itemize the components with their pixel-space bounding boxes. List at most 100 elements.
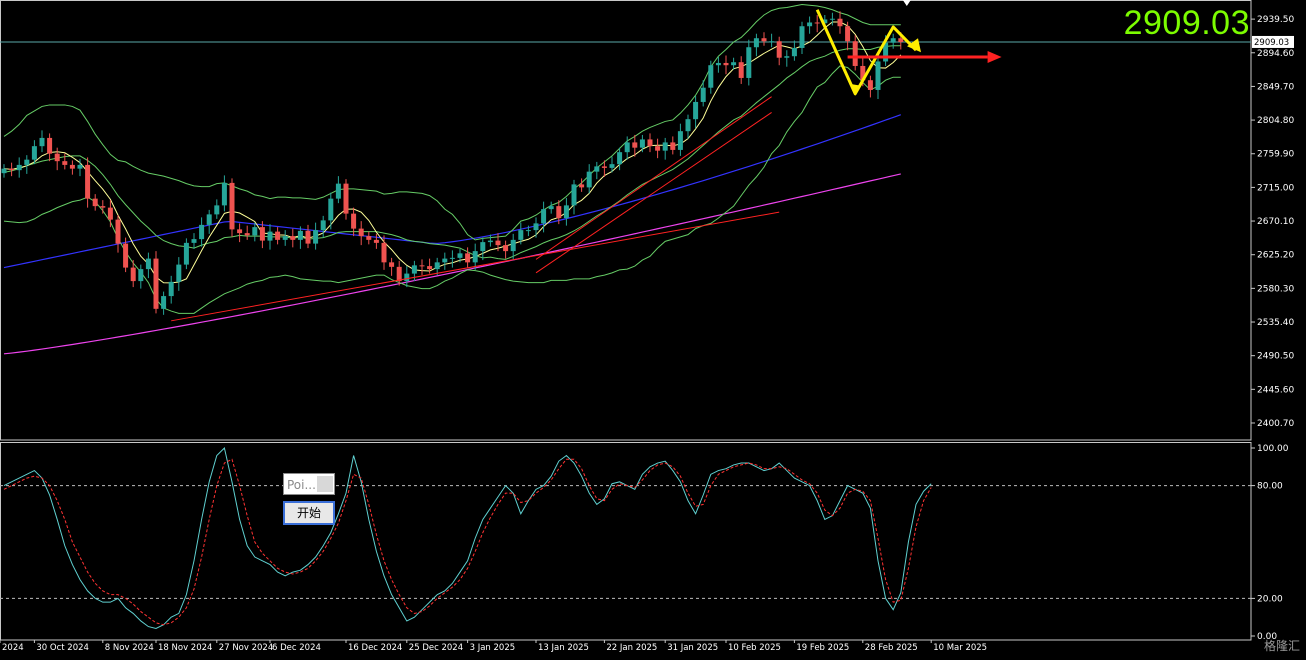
candle-body bbox=[875, 61, 881, 90]
candle-body bbox=[753, 38, 759, 48]
date-axis-label: 16 Dec 2024 bbox=[348, 643, 402, 653]
candle-body bbox=[723, 62, 729, 66]
candle-body bbox=[434, 262, 440, 270]
candle-body bbox=[731, 62, 737, 66]
candle-body bbox=[221, 182, 227, 206]
candle-body bbox=[647, 139, 653, 147]
date-axis-label: 2024 bbox=[2, 643, 24, 653]
date-axis-label: 28 Feb 2025 bbox=[865, 643, 918, 653]
candle-body bbox=[541, 209, 547, 224]
candle-body bbox=[358, 228, 364, 237]
points-field[interactable]: Poi... bbox=[283, 473, 335, 495]
price-axis-label: 2894.60 bbox=[1257, 49, 1294, 59]
ma-mid-line bbox=[3, 114, 902, 269]
candle-body bbox=[404, 273, 410, 282]
candle-body bbox=[487, 240, 493, 243]
candle-body bbox=[145, 258, 151, 270]
price-axis-label: 2715.00 bbox=[1257, 183, 1294, 193]
date-axis-label: 22 Jan 2025 bbox=[606, 643, 657, 653]
candle-body bbox=[267, 231, 273, 241]
candle-body bbox=[465, 253, 471, 263]
start-button[interactable]: 开始 bbox=[283, 501, 335, 525]
candle-body bbox=[449, 257, 455, 259]
candle-body bbox=[609, 164, 615, 168]
candle-body bbox=[123, 243, 129, 268]
oscillator-plot-frame bbox=[0, 442, 1252, 641]
date-axis-label: 13 Jan 2025 bbox=[538, 643, 589, 653]
candle-body bbox=[168, 281, 174, 297]
price-axis-label: 2625.20 bbox=[1257, 251, 1294, 261]
candle-body bbox=[845, 26, 851, 42]
candle-body bbox=[138, 269, 144, 282]
candle-body bbox=[510, 239, 516, 252]
candle-body bbox=[655, 146, 661, 151]
candle-body bbox=[890, 38, 896, 43]
trend-channel-lower bbox=[535, 112, 772, 274]
price-axis-label: 2535.40 bbox=[1257, 318, 1294, 328]
candle-body bbox=[39, 137, 45, 147]
candle-body bbox=[16, 164, 22, 171]
date-axis-label: 3 Jan 2025 bbox=[470, 643, 516, 653]
date-axis-label: 25 Dec 2024 bbox=[409, 643, 463, 653]
candle-body bbox=[784, 56, 790, 58]
candle-body bbox=[525, 230, 531, 232]
candle-body bbox=[69, 164, 75, 169]
candle-body bbox=[563, 205, 569, 219]
candle-body bbox=[837, 18, 843, 27]
date-axis-label: 18 Nov 2024 bbox=[158, 643, 212, 653]
candle-body bbox=[533, 223, 539, 231]
candle-body bbox=[708, 65, 714, 88]
candle-body bbox=[290, 236, 296, 240]
candle-body bbox=[419, 265, 425, 267]
candle-body bbox=[518, 230, 524, 240]
candle-body bbox=[693, 101, 699, 120]
candle-body bbox=[617, 152, 623, 165]
candle-body bbox=[389, 262, 395, 267]
candle-body bbox=[85, 164, 91, 199]
date-axis-label: 27 Nov 2024 bbox=[219, 643, 273, 653]
candle-body bbox=[472, 251, 478, 263]
candle-body bbox=[214, 205, 220, 215]
candle-body bbox=[297, 230, 303, 240]
candle-body bbox=[31, 146, 37, 160]
price-axis-label: 2400.70 bbox=[1257, 419, 1294, 429]
watermark-text: 格隆汇 bbox=[1263, 639, 1300, 653]
candle-body bbox=[130, 267, 136, 282]
candle-body bbox=[47, 137, 53, 154]
oscillator-axis-label: 20.00 bbox=[1257, 594, 1283, 604]
price-axis-label: 2849.70 bbox=[1257, 82, 1294, 92]
date-axis-label: 6 Dec 2024 bbox=[272, 643, 321, 653]
main-plot-frame bbox=[0, 0, 1252, 441]
candle-body bbox=[799, 26, 805, 48]
candle-body bbox=[244, 233, 250, 236]
candle-body bbox=[670, 142, 676, 150]
candle-body bbox=[305, 230, 311, 244]
chart-canvas[interactable]: 2939.50 2894.60 2849.70 2804.80 2759.90 2715.… bbox=[0, 0, 1306, 656]
candle-body bbox=[282, 236, 288, 240]
candle-body bbox=[343, 183, 349, 214]
candle-body bbox=[442, 258, 448, 263]
candle-body bbox=[77, 164, 83, 169]
candle-body bbox=[761, 38, 767, 42]
candle-body bbox=[829, 18, 835, 20]
candle-body bbox=[715, 62, 721, 66]
candle-body bbox=[579, 184, 585, 188]
points-dropdown-button[interactable] bbox=[317, 476, 333, 492]
price-axis-label: 2445.60 bbox=[1257, 385, 1294, 395]
candle-body bbox=[62, 161, 68, 165]
candle-body bbox=[769, 41, 775, 43]
price-axis-label: 2804.80 bbox=[1257, 116, 1294, 126]
chart-root[interactable]: 2939.50 2894.60 2849.70 2804.80 2759.90 2715.… bbox=[0, 0, 1306, 656]
points-field-text: Poi... bbox=[287, 478, 316, 492]
candle-body bbox=[24, 159, 30, 165]
candle-body bbox=[503, 245, 509, 252]
candle-body bbox=[259, 227, 265, 241]
candle-body bbox=[206, 214, 212, 225]
candle-body bbox=[852, 41, 858, 66]
target-arrow-head bbox=[987, 50, 1002, 63]
bollinger-middle-band bbox=[3, 45, 901, 260]
candle-body bbox=[677, 131, 683, 150]
candle-body bbox=[161, 296, 167, 309]
candle-body bbox=[632, 142, 638, 148]
candle-body bbox=[199, 224, 205, 240]
